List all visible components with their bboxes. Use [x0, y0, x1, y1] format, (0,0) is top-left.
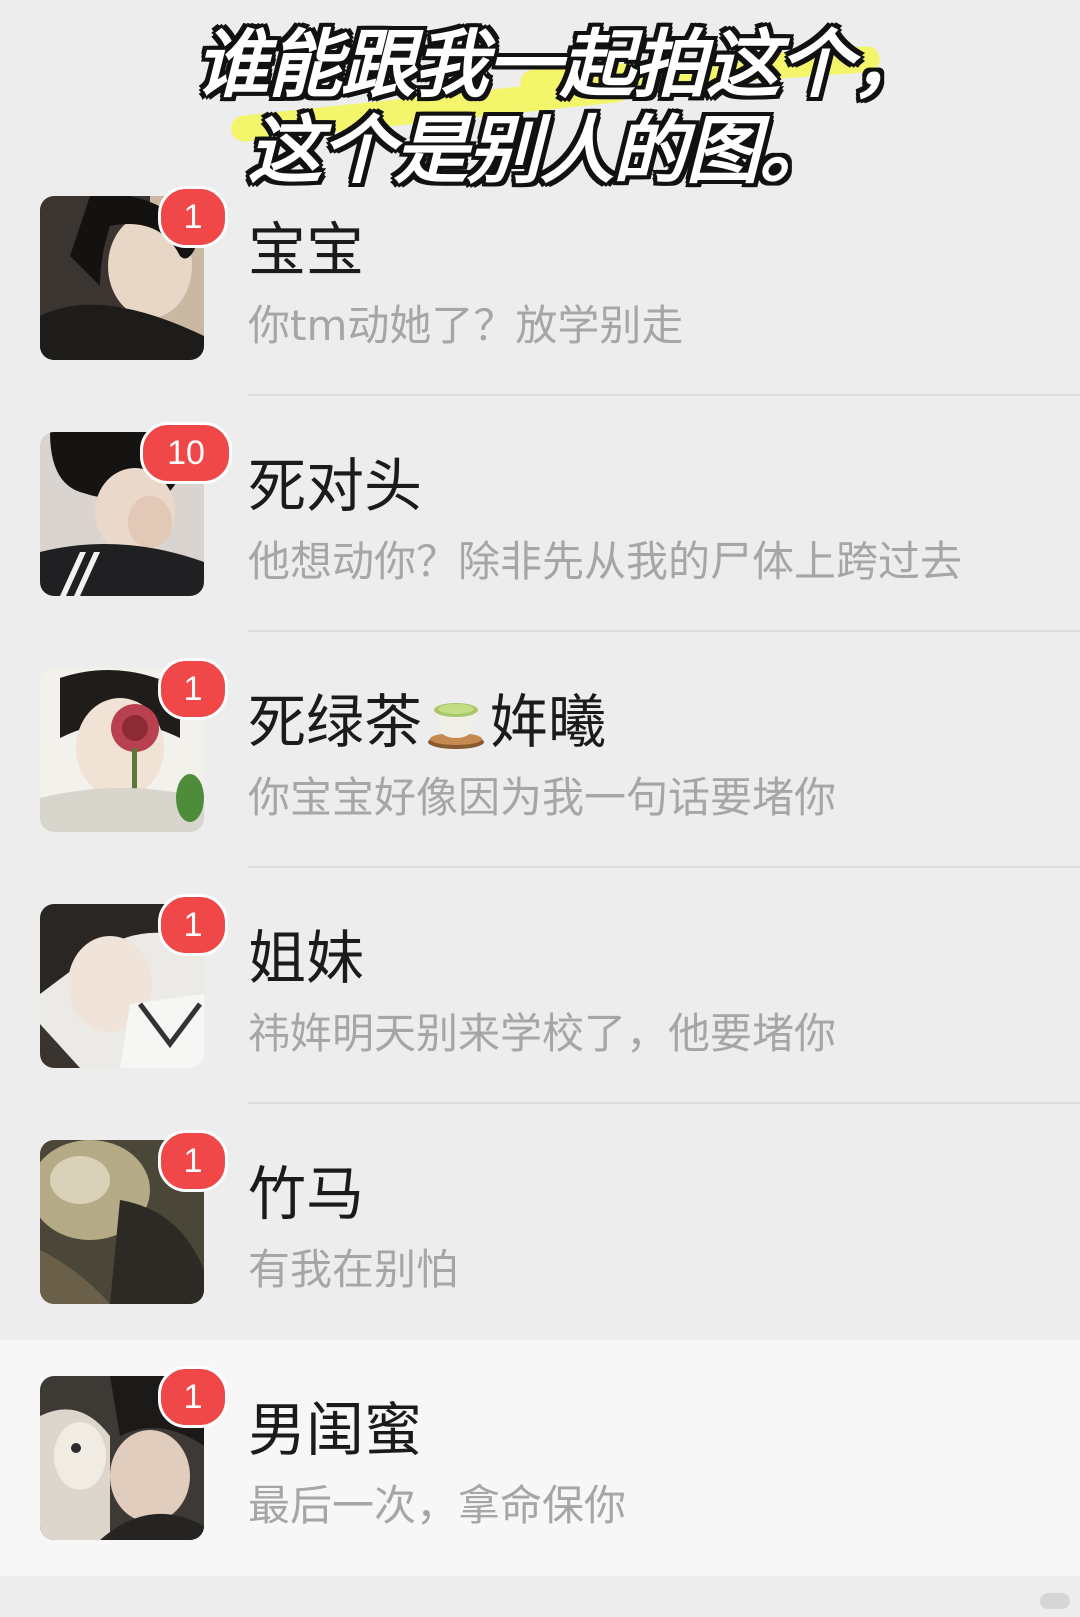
chat-list-screen: 谁能跟我一起拍这个， 这个是别人的图。 1 宝宝 你tm动她了？放学别走 10 …: [0, 0, 1080, 1617]
chat-list: 1 宝宝 你tm动她了？放学别走 10 死对头 他想动你？除非先从我的尸体上跨过…: [0, 160, 1080, 1576]
chat-row-nanguimi[interactable]: 1 男闺蜜 最后一次，拿命保你: [0, 1340, 1080, 1576]
chat-row-zhuma[interactable]: 1 竹马 有我在别怕: [0, 1104, 1080, 1340]
green-tea-cup-icon: [426, 696, 486, 750]
caption-line-2: 这个是别人的图。: [248, 108, 833, 194]
avatar-container[interactable]: 1: [40, 186, 228, 360]
chat-preview: 最后一次，拿命保你: [248, 1481, 627, 1530]
chat-preview: 你tm动她了？放学别走: [248, 301, 684, 350]
chat-name: 姐妹: [248, 924, 365, 992]
chat-preview: 你宝宝好像因为我一句话要堵你: [248, 773, 837, 822]
avatar-container[interactable]: 1: [40, 894, 228, 1068]
chat-preview: 有我在别怕: [248, 1245, 459, 1294]
unread-badge: 10: [140, 422, 232, 484]
chat-name: 死对头: [248, 452, 423, 520]
unread-badge: 1: [158, 1130, 228, 1192]
chat-name: 宝宝: [248, 216, 365, 284]
overlay-caption: 谁能跟我一起拍这个， 这个是别人的图。: [0, 22, 1080, 194]
chat-preview: 他想动你？除非先从我的尸体上跨过去: [248, 537, 963, 586]
avatar-container[interactable]: 10: [40, 422, 232, 596]
chat-name: 竹马: [248, 1160, 365, 1228]
avatar-container[interactable]: 1: [40, 1130, 228, 1304]
chat-row-siduitou[interactable]: 10 死对头 他想动你？除非先从我的尸体上跨过去: [0, 396, 1080, 632]
avatar-container[interactable]: 1: [40, 1366, 228, 1540]
watermark-pill-icon: [1040, 1593, 1070, 1609]
unread-badge: 1: [158, 186, 228, 248]
unread-badge: 1: [158, 894, 228, 956]
chat-row-baobao[interactable]: 1 宝宝 你tm动她了？放学别走: [0, 160, 1080, 396]
unread-badge: 1: [158, 1366, 228, 1428]
chat-row-siluchay[interactable]: 1 死绿茶 姩曦 你宝宝好像因为我一句话要堵你: [0, 632, 1080, 868]
unread-badge: 1: [158, 658, 228, 720]
chat-row-jiemei[interactable]: 1 姐妹 祎姩明天别来学校了，他要堵你: [0, 868, 1080, 1104]
caption-line-1: 谁能跟我一起拍这个，: [195, 22, 926, 108]
chat-preview: 祎姩明天别来学校了，他要堵你: [248, 1009, 837, 1058]
avatar-container[interactable]: 1: [40, 658, 228, 832]
chat-name: 男闺蜜: [248, 1396, 423, 1464]
chat-name: 死绿茶 姩曦: [248, 688, 607, 756]
